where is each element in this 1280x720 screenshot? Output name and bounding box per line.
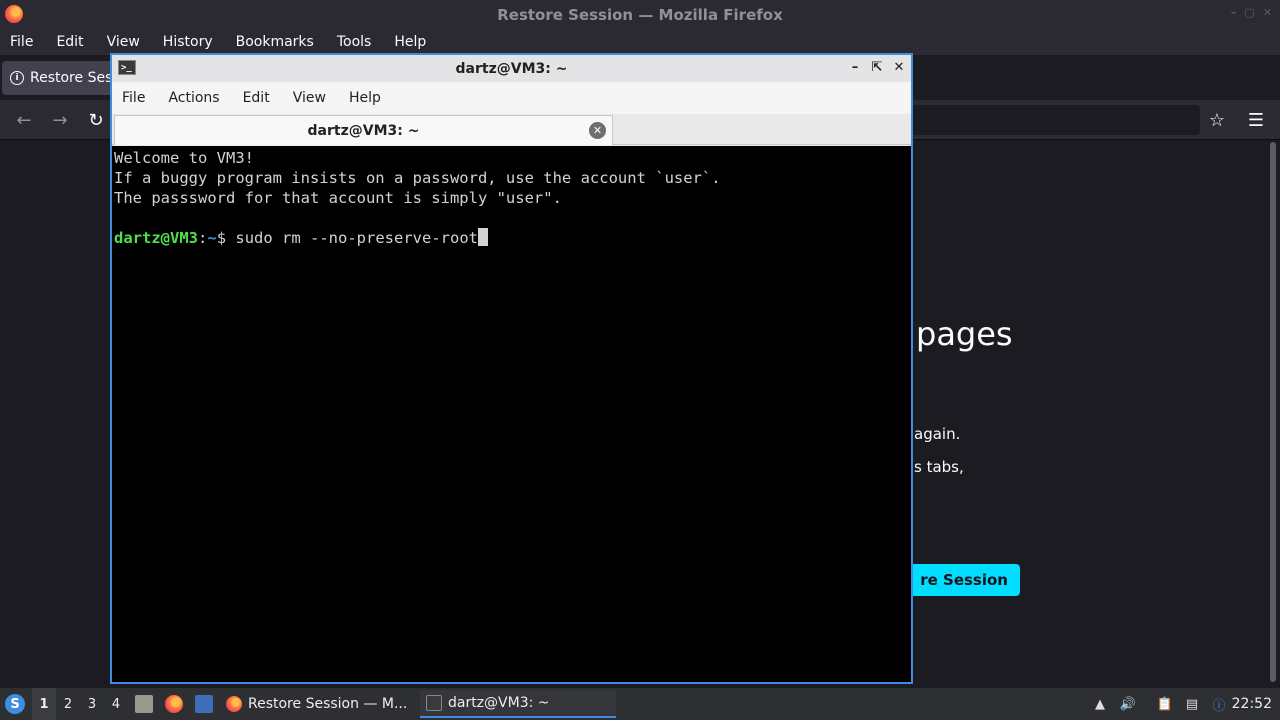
terminal-line: If a buggy program insists on a password… bbox=[114, 169, 721, 187]
terminal-app-icon: >_ bbox=[118, 60, 136, 75]
firefox-menubar: File Edit View History Bookmarks Tools H… bbox=[0, 29, 1280, 55]
menu-view[interactable]: View bbox=[293, 90, 326, 106]
terminal-titlebar[interactable]: >_ dartz@VM3: ~ – ⇱ ✕ bbox=[112, 55, 911, 82]
menu-file[interactable]: File bbox=[122, 90, 145, 106]
menu-help[interactable]: Help bbox=[349, 90, 381, 106]
typed-command: sudo rm --no-preserve-root bbox=[235, 229, 478, 247]
tray-expand-icon[interactable]: ▲ bbox=[1091, 695, 1109, 713]
firefox-titlebar: Restore Session — Mozilla Firefox – ▢ ✕ bbox=[0, 0, 1280, 29]
network-icon[interactable]: ▤ bbox=[1183, 695, 1201, 713]
text-cursor bbox=[478, 228, 488, 246]
terminal-icon bbox=[426, 695, 442, 711]
menu-edit[interactable]: Edit bbox=[243, 90, 270, 106]
app-menu-icon[interactable]: ☰ bbox=[1244, 108, 1268, 132]
prompt-path: ~ bbox=[207, 229, 217, 247]
file-manager-icon[interactable] bbox=[135, 695, 153, 713]
menu-tools[interactable]: Tools bbox=[337, 34, 372, 50]
task-terminal[interactable]: dartz@VM3: ~ bbox=[420, 690, 616, 718]
minimize-icon[interactable]: – bbox=[847, 59, 863, 75]
prompt-user-host: dartz@VM3 bbox=[114, 229, 198, 247]
menu-actions[interactable]: Actions bbox=[168, 90, 219, 106]
terminal-line: Welcome to VM3! bbox=[114, 149, 254, 167]
tab-close-icon[interactable]: ✕ bbox=[589, 122, 606, 139]
terminal-menubar: File Actions Edit View Help bbox=[112, 82, 911, 114]
menu-file[interactable]: File bbox=[10, 34, 33, 50]
terminal-window-title: dartz@VM3: ~ bbox=[455, 60, 568, 77]
page-paragraph-2: s tabs, bbox=[914, 458, 964, 476]
workspace-1[interactable]: 1 bbox=[32, 688, 56, 720]
bookmark-star-icon[interactable]: ☆ bbox=[1205, 108, 1229, 132]
terminal-window: >_ dartz@VM3: ~ – ⇱ ✕ File Actions Edit … bbox=[110, 53, 913, 684]
task-firefox[interactable]: Restore Session — M... bbox=[220, 690, 416, 718]
close-icon[interactable]: ✕ bbox=[1263, 6, 1272, 19]
desktop-icon[interactable] bbox=[195, 695, 213, 713]
maximize-icon[interactable]: ⇱ bbox=[869, 59, 885, 75]
firefox-window-title: Restore Session — Mozilla Firefox bbox=[497, 5, 783, 24]
task-label: dartz@VM3: ~ bbox=[448, 695, 550, 711]
workspace-3[interactable]: 3 bbox=[80, 688, 104, 720]
notification-icon[interactable]: ⓘ bbox=[1210, 695, 1228, 714]
firefox-logo-icon bbox=[5, 5, 23, 23]
menu-bookmarks[interactable]: Bookmarks bbox=[236, 34, 314, 50]
minimize-icon[interactable]: – bbox=[1231, 6, 1237, 19]
page-scrollbar[interactable] bbox=[1270, 142, 1276, 682]
terminal-line: The passsword for that account is simply… bbox=[114, 189, 562, 207]
terminal-window-controls: – ⇱ ✕ bbox=[847, 59, 907, 75]
firefox-launcher-icon[interactable] bbox=[165, 695, 183, 713]
terminal-tab[interactable]: dartz@VM3: ~ ✕ bbox=[114, 115, 613, 145]
terminal-tabbar: dartz@VM3: ~ ✕ bbox=[112, 114, 911, 145]
prompt-separator: : bbox=[198, 229, 208, 247]
info-icon: i bbox=[10, 71, 24, 85]
maximize-icon[interactable]: ▢ bbox=[1244, 6, 1254, 19]
start-menu-icon[interactable]: S bbox=[5, 694, 25, 714]
page-paragraph-1: again. bbox=[914, 425, 961, 443]
reload-icon[interactable]: ↻ bbox=[84, 108, 108, 132]
terminal-tab-label: dartz@VM3: ~ bbox=[307, 122, 420, 139]
page-heading: pages bbox=[916, 315, 1013, 353]
volume-icon[interactable]: 🔊 bbox=[1119, 695, 1137, 713]
terminal-output[interactable]: Welcome to VM3! If a buggy program insis… bbox=[112, 146, 911, 682]
tab-label: Restore Ses bbox=[30, 70, 113, 86]
clipboard-icon[interactable]: 📋 bbox=[1156, 695, 1174, 713]
firefox-icon bbox=[226, 696, 242, 712]
workspace-2[interactable]: 2 bbox=[56, 688, 80, 720]
menu-help[interactable]: Help bbox=[394, 34, 426, 50]
restore-session-button[interactable]: re Session bbox=[895, 564, 1020, 596]
close-icon[interactable]: ✕ bbox=[891, 59, 907, 75]
task-label: Restore Session — M... bbox=[248, 696, 408, 712]
taskbar: S 1 2 3 4 Restore Session — M... dartz@V… bbox=[0, 688, 1280, 720]
menu-view[interactable]: View bbox=[107, 34, 140, 50]
workspace-4[interactable]: 4 bbox=[104, 688, 128, 720]
back-arrow-icon[interactable]: ← bbox=[12, 108, 36, 132]
prompt-symbol: $ bbox=[216, 229, 236, 247]
terminal-prompt-line[interactable]: dartz@VM3:~$ sudo rm --no-preserve-root bbox=[114, 228, 911, 248]
firefox-window-controls: – ▢ ✕ bbox=[1231, 6, 1272, 19]
clock[interactable]: 22:52 bbox=[1232, 688, 1272, 720]
menu-edit[interactable]: Edit bbox=[56, 34, 83, 50]
menu-history[interactable]: History bbox=[163, 34, 213, 50]
forward-arrow-icon[interactable]: → bbox=[48, 108, 72, 132]
